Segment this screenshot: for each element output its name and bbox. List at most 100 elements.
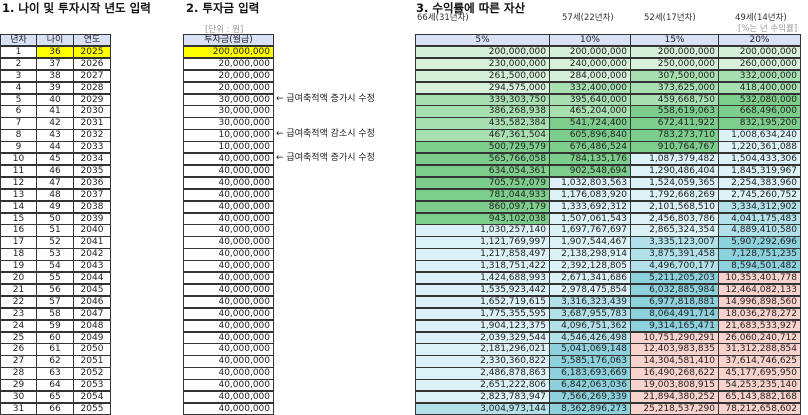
asset-value-cell[interactable]: 200,000,000 [630,45,719,59]
investment-cell[interactable]: 40,000,000 [183,260,274,273]
asset-value-cell[interactable]: 10,353,401,778 [718,272,801,285]
age-cell[interactable]: 55 [36,272,74,285]
asset-value-cell[interactable]: 332,400,000 [549,81,631,94]
asset-value-cell[interactable]: 672,411,922 [630,117,719,130]
asset-value-cell[interactable]: 705,757,079 [415,176,550,190]
investment-cell[interactable]: 40,000,000 [183,367,274,380]
investment-cell[interactable]: 40,000,000 [183,343,274,356]
year-cell[interactable]: 2052 [73,367,111,380]
asset-value-cell[interactable]: 10,751,290,291 [630,331,719,344]
year-index-cell[interactable]: 19 [0,260,37,273]
asset-value-cell[interactable]: 2,978,475,854 [549,283,631,297]
asset-value-cell[interactable]: 240,000,000 [549,57,631,71]
asset-value-cell[interactable]: 307,500,000 [630,69,719,83]
year-index-cell[interactable]: 27 [0,355,37,368]
year-index-cell[interactable]: 18 [0,248,37,261]
year-cell[interactable]: 2027 [73,69,111,83]
investment-cell[interactable]: 40,000,000 [183,236,274,249]
asset-value-cell[interactable]: 1,907,544,467 [549,236,631,249]
year-index-cell[interactable]: 29 [0,379,37,392]
asset-value-cell[interactable]: 2,486,878,863 [415,367,550,380]
asset-value-cell[interactable]: 25,218,537,290 [630,402,719,415]
year-cell[interactable]: 2039 [73,212,111,225]
year-index-cell[interactable]: 17 [0,236,37,249]
asset-value-cell[interactable]: 373,625,000 [630,81,719,94]
asset-value-cell[interactable]: 9,314,165,471 [630,319,719,332]
year-cell[interactable]: 2055 [73,402,111,415]
age-cell[interactable]: 66 [36,402,74,415]
year-cell[interactable]: 2047 [73,307,111,321]
asset-value-cell[interactable]: 459,668,750 [630,93,719,106]
year-cell[interactable]: 2029 [73,93,111,106]
asset-value-cell[interactable]: 1,220,361,088 [718,141,801,154]
asset-value-cell[interactable]: 418,400,000 [718,81,801,94]
year-index-cell[interactable]: 2 [0,57,37,71]
year-index-cell[interactable]: 20 [0,272,37,285]
age-cell[interactable]: 52 [36,236,74,249]
asset-value-cell[interactable]: 902,548,694 [549,164,631,178]
asset-value-cell[interactable]: 7,566,269,339 [549,391,631,404]
asset-value-cell[interactable]: 467,361,504 [415,129,550,142]
year-index-cell[interactable]: 25 [0,331,37,344]
asset-value-cell[interactable]: 1,290,486,404 [630,164,719,178]
investment-cell[interactable]: 40,000,000 [183,391,274,404]
investment-cell[interactable]: 20,000,000 [183,69,274,83]
asset-value-cell[interactable]: 2,254,383,960 [718,176,801,190]
year-index-cell[interactable]: 11 [0,164,37,178]
age-cell[interactable]: 63 [36,367,74,380]
year-index-cell[interactable]: 10 [0,153,37,166]
asset-value-cell[interactable]: 1,030,257,140 [415,224,550,237]
year-index-cell[interactable]: 6 [0,105,37,118]
asset-value-cell[interactable]: 18,036,278,272 [718,307,801,321]
age-cell[interactable]: 42 [36,117,74,130]
asset-value-cell[interactable]: 2,039,329,544 [415,331,550,344]
year-cell[interactable]: 2043 [73,260,111,273]
asset-value-cell[interactable]: 781,044,933 [415,188,550,202]
asset-value-cell[interactable]: 4,889,410,580 [718,224,801,237]
asset-value-cell[interactable]: 19,003,808,915 [630,379,719,392]
asset-value-cell[interactable]: 435,582,384 [415,117,550,130]
asset-value-cell[interactable]: 1,032,803,563 [549,176,631,190]
asset-value-cell[interactable]: 6,842,063,036 [549,379,631,392]
asset-value-cell[interactable]: 21,683,533,927 [718,319,801,332]
asset-value-cell[interactable]: 5,211,205,203 [630,272,719,285]
asset-value-cell[interactable]: 26,060,240,712 [718,331,801,344]
asset-value-cell[interactable]: 2,392,128,805 [549,260,631,273]
asset-value-cell[interactable]: 4,546,426,498 [549,331,631,344]
investment-cell[interactable]: 40,000,000 [183,272,274,285]
asset-value-cell[interactable]: 541,724,400 [549,117,631,130]
asset-value-cell[interactable]: 605,896,840 [549,129,631,142]
asset-value-cell[interactable]: 532,080,000 [718,93,801,106]
year-cell[interactable]: 2041 [73,236,111,249]
asset-value-cell[interactable]: 200,000,000 [549,45,631,59]
asset-value-cell[interactable]: 1,217,858,497 [415,248,550,261]
year-index-cell[interactable]: 13 [0,188,37,202]
year-index-cell[interactable]: 14 [0,200,37,213]
age-cell[interactable]: 51 [36,224,74,237]
year-cell[interactable]: 2044 [73,272,111,285]
year-cell[interactable]: 2030 [73,105,111,118]
investment-cell[interactable]: 40,000,000 [183,355,274,368]
asset-value-cell[interactable]: 1,424,688,993 [415,272,550,285]
asset-value-cell[interactable]: 2,330,360,822 [415,355,550,368]
asset-value-cell[interactable]: 284,000,000 [549,69,631,83]
investment-cell[interactable]: 40,000,000 [183,331,274,344]
asset-value-cell[interactable]: 2,138,298,914 [549,248,631,261]
asset-value-cell[interactable]: 1,008,634,240 [718,129,801,142]
asset-value-cell[interactable]: 37,614,746,625 [718,355,801,368]
investment-cell[interactable]: 40,000,000 [183,212,274,225]
age-cell[interactable]: 45 [36,153,74,166]
age-cell[interactable]: 48 [36,188,74,202]
asset-value-cell[interactable]: 5,041,069,148 [549,343,631,356]
investment-cell[interactable]: 200,000,000 [183,45,274,59]
investment-cell[interactable]: 40,000,000 [183,295,274,309]
year-cell[interactable]: 2032 [73,129,111,142]
asset-value-cell[interactable]: 12,464,082,133 [718,283,801,297]
year-cell[interactable]: 2051 [73,355,111,368]
asset-value-cell[interactable]: 339,303,750 [415,93,550,106]
asset-value-cell[interactable]: 332,000,000 [718,69,801,83]
year-index-cell[interactable]: 12 [0,176,37,190]
asset-value-cell[interactable]: 3,334,312,902 [718,200,801,213]
investment-cell[interactable]: 40,000,000 [183,188,274,202]
asset-value-cell[interactable]: 3,687,955,783 [549,307,631,321]
